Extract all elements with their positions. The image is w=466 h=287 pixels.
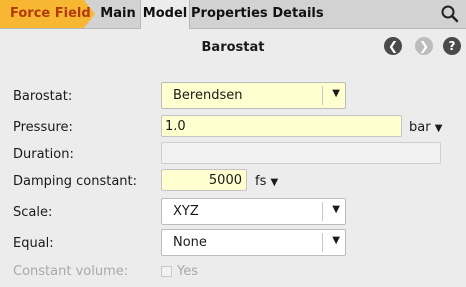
pressure-input[interactable]: 1.0 bbox=[161, 115, 402, 137]
chevron-down-icon: ▼ bbox=[332, 235, 340, 246]
tab-model[interactable]: Model bbox=[140, 0, 190, 29]
equal-select[interactable]: None ▼ bbox=[161, 229, 346, 256]
chevron-down-icon: ▼ bbox=[434, 123, 443, 134]
divider bbox=[322, 86, 323, 105]
damping-unit: fs bbox=[255, 174, 267, 189]
scale-select[interactable]: XYZ ▼ bbox=[161, 198, 346, 225]
breadcrumb-label: Force Field bbox=[10, 6, 91, 21]
pressure-unit-select[interactable]: bar ▼ bbox=[409, 120, 442, 135]
duration-input bbox=[161, 142, 441, 164]
constant-volume-checkbox bbox=[161, 266, 172, 277]
divider bbox=[322, 233, 323, 252]
scale-label: Scale: bbox=[13, 205, 53, 220]
damping-constant-label: Damping constant: bbox=[13, 174, 138, 189]
breadcrumb-force-field[interactable]: Force Field bbox=[0, 0, 96, 28]
pressure-unit: bar bbox=[409, 120, 431, 135]
equal-label: Equal: bbox=[13, 236, 54, 251]
help-icon[interactable]: ? bbox=[443, 37, 461, 55]
duration-label: Duration: bbox=[13, 147, 74, 162]
barostat-label: Barostat: bbox=[13, 89, 73, 104]
barostat-select[interactable]: Berendsen ▼ bbox=[161, 82, 346, 109]
damping-constant-value: 5000 bbox=[208, 173, 242, 188]
pressure-value: 1.0 bbox=[165, 119, 186, 134]
constant-volume-label: Constant volume: bbox=[13, 264, 129, 279]
tab-main[interactable]: Main bbox=[96, 0, 140, 28]
back-icon[interactable]: ❮ bbox=[384, 37, 402, 55]
constant-volume-checkbox-label: Yes bbox=[177, 264, 198, 279]
tab-properties[interactable]: Properties bbox=[191, 0, 268, 28]
chevron-down-icon: ▼ bbox=[332, 88, 340, 99]
chevron-down-icon: ▼ bbox=[332, 204, 340, 215]
divider bbox=[322, 202, 323, 221]
tab-details[interactable]: Details bbox=[270, 0, 326, 28]
search-icon[interactable] bbox=[440, 4, 460, 24]
forward-icon: ❯ bbox=[415, 37, 433, 55]
damping-constant-input[interactable]: 5000 bbox=[161, 169, 247, 191]
chevron-down-icon: ▼ bbox=[270, 177, 279, 188]
tab-bar: Force Field Main Model Properties Detail… bbox=[0, 0, 466, 29]
pressure-label: Pressure: bbox=[13, 120, 73, 135]
scale-value: XYZ bbox=[173, 204, 199, 219]
barostat-value: Berendsen bbox=[173, 88, 243, 103]
equal-value: None bbox=[173, 235, 207, 250]
damping-unit-select[interactable]: fs ▼ bbox=[255, 174, 278, 189]
